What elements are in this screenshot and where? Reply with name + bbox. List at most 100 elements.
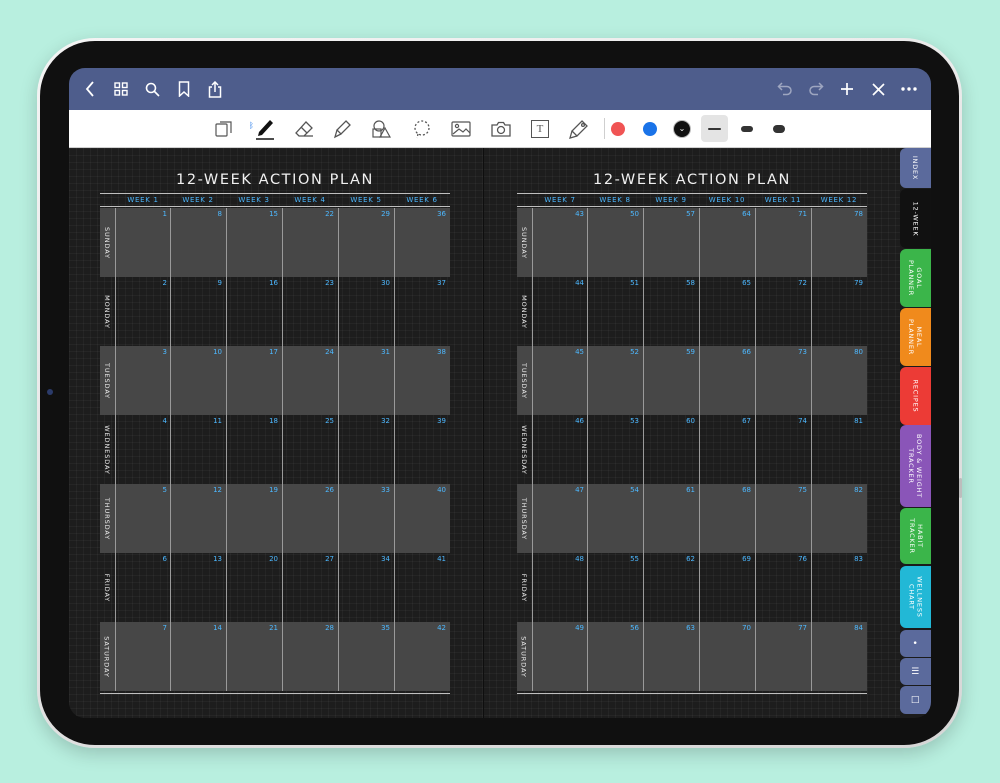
day-number: 32 [381,417,390,425]
stroke-thick-button[interactable] [767,110,790,147]
column-divider [811,622,812,691]
day-row-tuesday[interactable]: TUESDAY 45 52 59 66 73 80 [517,346,867,415]
day-row-sunday[interactable]: SUNDAY 43 50 57 64 71 78 [517,208,867,277]
tab-wellness-chart[interactable]: WELLNESS CHART [900,566,931,628]
day-number: 65 [742,279,751,287]
laser-icon[interactable] [566,110,592,147]
day-row-friday[interactable]: FRIDAY 48 55 62 69 76 83 [517,553,867,622]
more-icon[interactable] [898,68,920,110]
tab-label: • [912,638,919,649]
top-nav-bar [69,68,931,110]
page-icon[interactable] [212,110,236,147]
tab-habit-tracker[interactable]: HABIT TRACKER [900,508,931,564]
column-divider [699,553,700,622]
camera-icon[interactable] [488,110,514,147]
day-row-saturday[interactable]: SATURDAY 49 56 63 70 77 84 [517,622,867,691]
day-row-wednesday[interactable]: WEDNESDAY 46 53 60 67 74 81 [517,415,867,484]
redo-icon[interactable] [805,68,827,110]
day-number: 12 [213,486,222,494]
back-chevron-icon[interactable] [79,68,101,110]
column-divider [394,553,395,622]
day-number: 51 [630,279,639,287]
tab-label: WELLNESS CHART [907,576,924,618]
column-divider [115,622,116,691]
tab-12-week[interactable]: 12-WEEK [900,189,931,248]
day-label: TUESDAY [100,346,114,415]
color-black-swatch[interactable]: ⌄ [672,110,692,147]
column-divider [394,208,395,277]
day-row-monday[interactable]: MONDAY 2 9 16 23 30 37 [100,277,450,346]
day-row-thursday[interactable]: THURSDAY 47 54 61 68 75 82 [517,484,867,553]
tab-label: ☰ [911,666,920,677]
day-number: 56 [630,624,639,632]
header-rule-top [517,193,867,194]
day-number: 75 [798,486,807,494]
day-label-text: THURSDAY [103,497,112,540]
highlighter-icon[interactable] [330,110,356,147]
week-header: WEEK 5 [350,196,382,204]
day-label: SUNDAY [100,208,114,277]
plus-icon[interactable] [836,68,858,110]
day-number: 17 [269,348,278,356]
search-icon[interactable] [141,68,163,110]
tab-body-weight-tracker[interactable]: BODY & WEIGHT TRACKER [900,425,931,507]
tab-recipes[interactable]: RECIPES [900,367,931,425]
shapes-icon[interactable] [368,110,394,147]
color-blue-swatch[interactable] [641,110,659,147]
tab-extra-2[interactable]: ☰ [900,658,931,685]
tab-meal-planner[interactable]: MEAL PLANNER [900,308,931,366]
day-number: 30 [381,279,390,287]
column-divider [532,553,533,622]
header-rule-top [100,193,450,194]
tab-goal-planner[interactable]: GOAL PLANNER [900,249,931,307]
day-number: 72 [798,279,807,287]
column-divider [282,277,283,346]
day-number: 53 [630,417,639,425]
pen-icon[interactable] [252,110,278,147]
column-divider [226,553,227,622]
day-number: 27 [325,555,334,563]
close-icon[interactable] [867,68,889,110]
tab-label: 12-WEEK [911,201,920,236]
tab-extra-3[interactable]: □ [900,686,931,714]
day-number: 73 [798,348,807,356]
column-divider [755,346,756,415]
day-row-monday[interactable]: MONDAY 44 51 58 65 72 79 [517,277,867,346]
day-row-tuesday[interactable]: TUESDAY 3 10 17 24 31 38 [100,346,450,415]
column-divider [338,622,339,691]
day-row-thursday[interactable]: THURSDAY 5 12 19 26 33 40 [100,484,450,553]
day-row-wednesday[interactable]: WEDNESDAY 4 11 18 25 32 39 [100,415,450,484]
lasso-icon[interactable] [409,110,435,147]
day-number: 35 [381,624,390,632]
column-divider [755,484,756,553]
share-icon[interactable] [204,68,226,110]
text-tool-glyph: T [531,119,549,138]
week-header: WEEK 4 [294,196,326,204]
tab-index[interactable]: INDEX [900,148,931,188]
column-divider [587,622,588,691]
day-label-text: SUNDAY [520,226,529,259]
day-number: 18 [269,417,278,425]
tab-extra-1[interactable]: • [900,630,931,657]
day-number: 15 [269,210,278,218]
day-number: 54 [630,486,639,494]
stroke-thin-button[interactable] [703,110,726,147]
column-divider [282,208,283,277]
image-icon[interactable] [448,110,474,147]
day-row-friday[interactable]: FRIDAY 6 13 20 27 34 41 [100,553,450,622]
stroke-medium-button[interactable] [735,110,758,147]
color-red-swatch[interactable] [609,110,627,147]
day-row-saturday[interactable]: SATURDAY 7 14 21 28 35 42 [100,622,450,691]
column-divider [755,622,756,691]
day-number: 46 [575,417,584,425]
day-row-sunday[interactable]: SUNDAY 1 8 15 22 29 36 [100,208,450,277]
day-label-text: SATURDAY [103,635,111,678]
column-divider [755,553,756,622]
column-divider [532,346,533,415]
undo-icon[interactable] [774,68,796,110]
grid-icon[interactable] [110,68,132,110]
column-divider [755,277,756,346]
text-box-icon[interactable]: T [527,110,553,147]
bookmark-icon[interactable] [173,68,195,110]
eraser-icon[interactable] [291,110,317,147]
